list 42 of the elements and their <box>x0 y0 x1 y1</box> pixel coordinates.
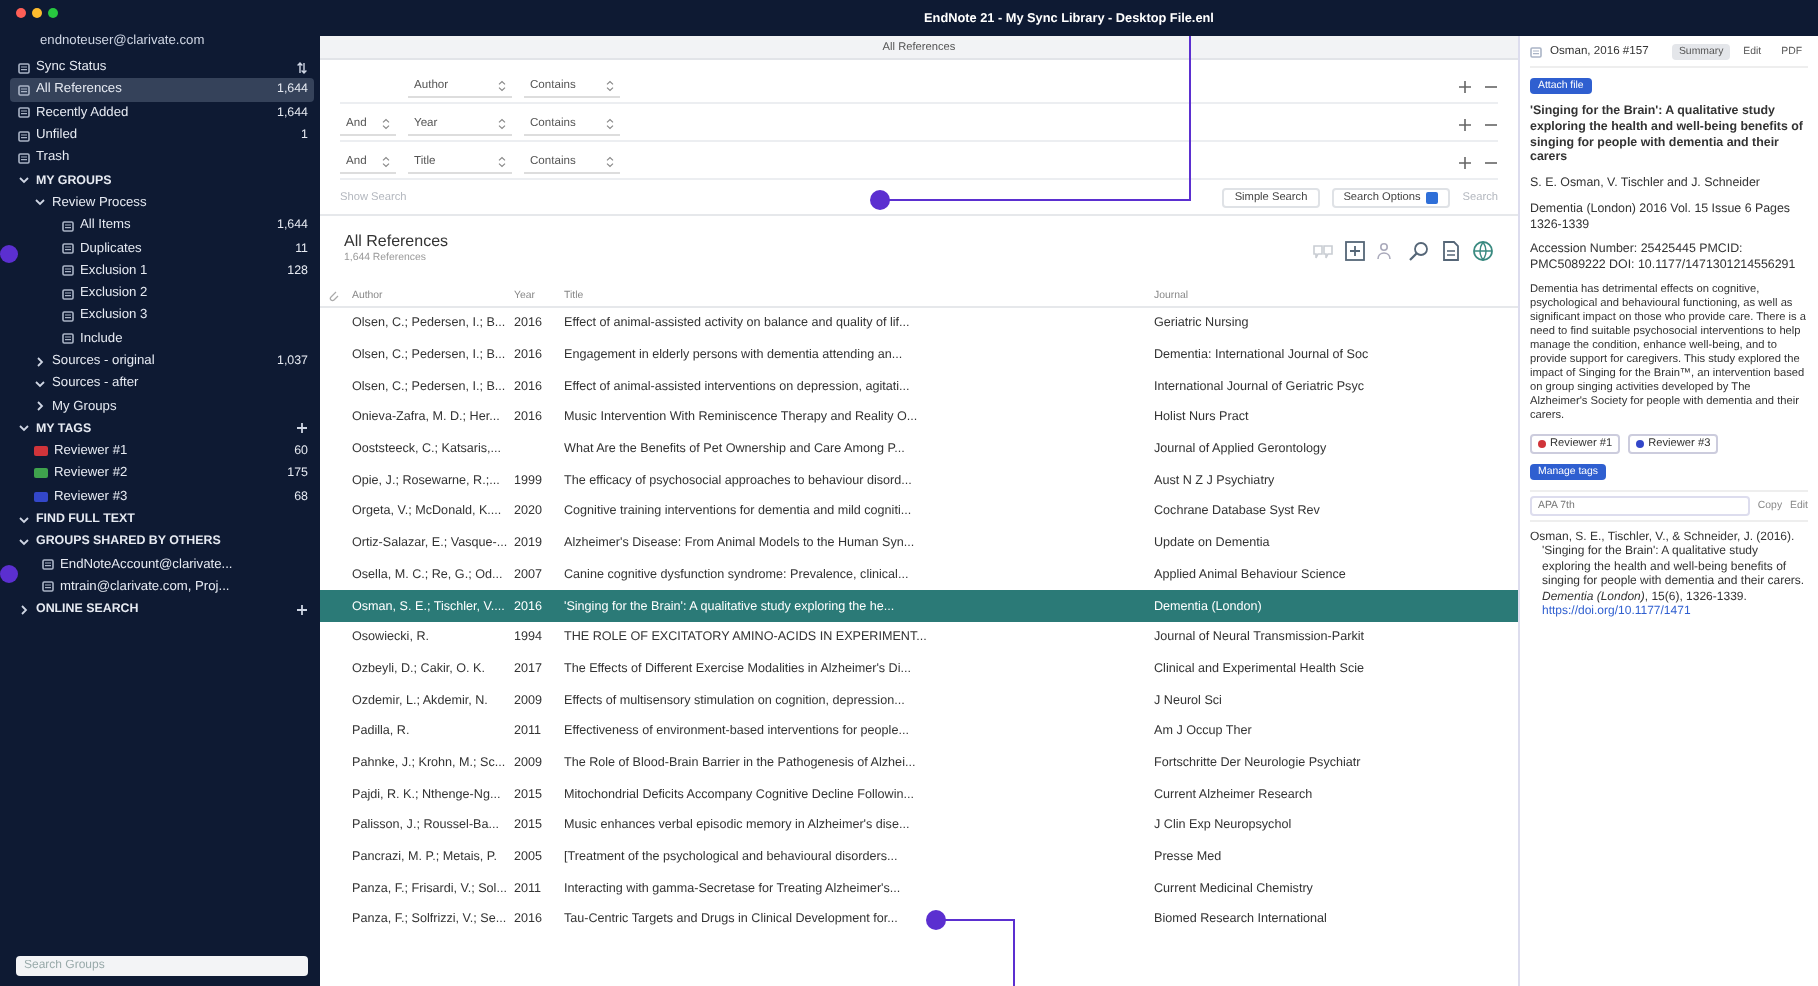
library-icon <box>18 83 30 96</box>
chevron-down-icon[interactable] <box>34 377 46 390</box>
sync-arrows-icon <box>296 61 308 74</box>
chevron-right-icon[interactable] <box>34 355 46 367</box>
stepper-icon <box>498 80 506 92</box>
stepper-icon <box>498 118 506 130</box>
remove-row-button[interactable] <box>1484 118 1498 132</box>
add-row-button[interactable] <box>1458 156 1472 170</box>
chevron-down-icon[interactable] <box>18 422 30 435</box>
attachment-icon <box>328 289 340 301</box>
remove-row-button[interactable] <box>1484 80 1498 94</box>
add-icon[interactable] <box>1344 240 1366 262</box>
stepper-icon <box>606 118 614 130</box>
group-icon <box>62 242 74 255</box>
add-row-button[interactable] <box>1458 80 1472 94</box>
add-row-button[interactable] <box>1458 118 1472 132</box>
group-icon <box>62 332 74 345</box>
group-icon <box>62 287 74 300</box>
shared-group-icon <box>42 558 54 571</box>
stepper-icon <box>606 156 614 168</box>
callout-marker <box>0 564 18 584</box>
chevron-down-icon[interactable] <box>18 535 30 548</box>
stepper-icon <box>382 118 390 130</box>
group-icon <box>62 309 74 322</box>
remove-row-button[interactable] <box>1484 156 1498 170</box>
callout-marker <box>0 244 18 264</box>
list-title: All References <box>344 232 451 250</box>
chevron-down-icon[interactable] <box>18 513 30 526</box>
reference-icon <box>1530 46 1542 58</box>
chevron-right-icon[interactable] <box>34 400 46 413</box>
stepper-icon <box>606 80 614 92</box>
chevron-down-icon[interactable] <box>18 174 30 187</box>
chevron-down-icon[interactable] <box>34 196 46 209</box>
chevron-right-icon[interactable] <box>18 603 30 616</box>
globe-icon[interactable] <box>1472 240 1494 262</box>
search-icon[interactable] <box>1408 240 1430 262</box>
shared-group-icon <box>42 580 54 593</box>
group-icon <box>62 264 74 277</box>
group-icon <box>62 219 74 232</box>
stepper-icon <box>382 156 390 168</box>
callout-marker <box>926 908 1018 986</box>
stepper-icon <box>498 156 506 168</box>
